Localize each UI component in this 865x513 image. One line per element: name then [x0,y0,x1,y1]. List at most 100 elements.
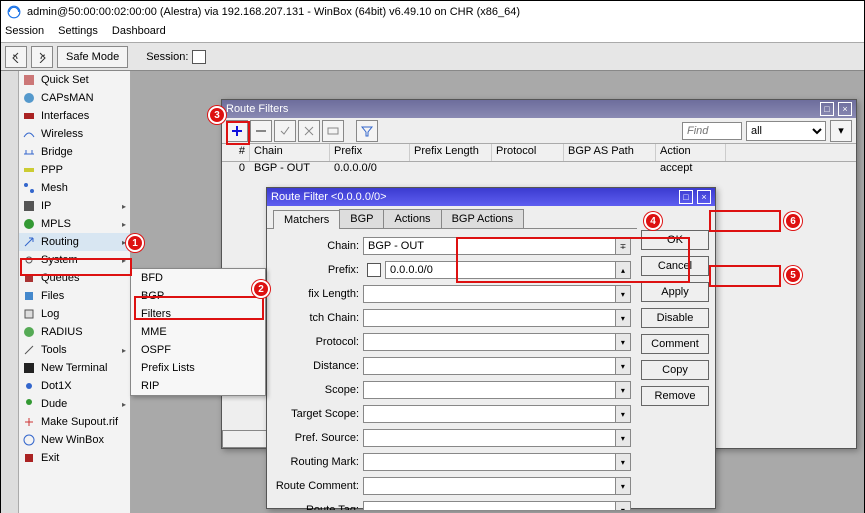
sidebar-item-log[interactable]: Log [19,305,130,323]
submenu-item-bfd[interactable]: BFD [131,269,265,287]
sidebar-item-capsman[interactable]: CAPsMAN [19,89,130,107]
find-dropdown-button[interactable]: ▾ [830,120,852,142]
route-comment-input[interactable] [363,477,616,495]
comment-button[interactable] [322,120,344,142]
route-tag-down-button[interactable]: ▾ [616,501,631,510]
ip-icon [23,200,35,212]
session-checkbox[interactable] [192,50,206,64]
comment-button[interactable]: Comment [641,334,709,354]
window-close-button[interactable]: × [838,102,852,116]
menu-session[interactable]: Session [5,25,44,40]
sidebar-item-newwinbox[interactable]: New WinBox [19,431,130,449]
sidebar-item-bridge[interactable]: Bridge [19,143,130,161]
copy-button[interactable]: Copy [641,360,709,380]
filter-field-select[interactable]: all [746,121,826,141]
sidebar-item-files[interactable]: Files [19,287,130,305]
menu-dashboard[interactable]: Dashboard [112,25,166,40]
distance-down-button[interactable]: ▾ [616,357,631,375]
chain-input[interactable] [363,237,616,255]
dialog-restore-button[interactable]: □ [679,190,693,204]
add-button[interactable] [226,120,248,142]
prefix-length-down-button[interactable]: ▾ [616,285,631,303]
sidebar-item-interfaces[interactable]: Interfaces [19,107,130,125]
prefix-up-button[interactable]: ▴ [616,261,631,279]
routing-mark-down-button[interactable]: ▾ [616,453,631,471]
dialog-close-button[interactable]: × [697,190,711,204]
tab-actions[interactable]: Actions [383,209,441,228]
route-comment-down-button[interactable]: ▾ [616,477,631,495]
sidebar-item-mpls[interactable]: MPLS▸ [19,215,130,233]
chevron-right-icon: ▸ [122,202,126,211]
sidebar-item-routing[interactable]: Routing▸ [19,233,130,251]
remove-button[interactable]: Remove [641,386,709,406]
route-filter-row[interactable]: 0 BGP - OUT 0.0.0.0/0 accept [222,162,856,178]
chevron-right-icon: ▸ [122,256,126,265]
tab-bgp-actions[interactable]: BGP Actions [441,209,525,228]
submenu-item-mme[interactable]: MME [131,323,265,341]
col-aspath[interactable]: BGP AS Path [564,144,656,161]
route-filters-titlebar[interactable]: Route Filters □ × [222,100,856,118]
sidebar-item-wireless[interactable]: Wireless [19,125,130,143]
sidebar-item-supout[interactable]: Make Supout.rif [19,413,130,431]
sidebar-item-ip[interactable]: IP▸ [19,197,130,215]
cancel-button[interactable]: Cancel [641,256,709,276]
dialog-titlebar[interactable]: Route Filter <0.0.0.0/0> □ × [267,188,715,206]
scope-input[interactable] [363,381,616,399]
back-button[interactable] [5,46,27,68]
sidebar-item-tools[interactable]: Tools▸ [19,341,130,359]
col-number[interactable]: # [222,144,250,161]
match-chain-down-button[interactable]: ▾ [616,309,631,327]
col-prefix[interactable]: Prefix [330,144,410,161]
submenu-item-rip[interactable]: RIP [131,377,265,395]
submenu-item-ospf[interactable]: OSPF [131,341,265,359]
prefix-length-input[interactable] [363,285,616,303]
filter-button[interactable] [356,120,378,142]
prefix-invert-checkbox[interactable] [367,263,381,277]
chain-dropdown-button[interactable]: ∓ [616,237,631,255]
safe-mode-button[interactable]: Safe Mode [57,46,128,68]
route-filters-title: Route Filters [226,103,288,115]
redo-button[interactable] [31,46,53,68]
target-scope-down-button[interactable]: ▾ [616,405,631,423]
chevron-right-icon: ▸ [122,346,126,355]
sidebar-item-newterminal[interactable]: New Terminal [19,359,130,377]
col-prefix-length[interactable]: Prefix Length [410,144,492,161]
sidebar-item-dot1x[interactable]: Dot1X [19,377,130,395]
route-tag-input[interactable] [363,501,616,510]
col-protocol[interactable]: Protocol [492,144,564,161]
col-chain[interactable]: Chain [250,144,330,161]
ok-button[interactable]: OK [641,230,709,250]
protocol-input[interactable] [363,333,616,351]
distance-input[interactable] [363,357,616,375]
disable-button[interactable] [298,120,320,142]
pref-source-input[interactable] [363,429,616,447]
submenu-item-bgp[interactable]: BGP [131,287,265,305]
submenu-item-filters[interactable]: Filters [131,305,265,323]
enable-button[interactable] [274,120,296,142]
window-restore-button[interactable]: □ [820,102,834,116]
sidebar-item-system[interactable]: System▸ [19,251,130,269]
menu-settings[interactable]: Settings [58,25,98,40]
sidebar-item-dude[interactable]: Dude▸ [19,395,130,413]
pref-source-down-button[interactable]: ▾ [616,429,631,447]
match-chain-input[interactable] [363,309,616,327]
scope-down-button[interactable]: ▾ [616,381,631,399]
col-action[interactable]: Action [656,144,726,161]
protocol-down-button[interactable]: ▾ [616,333,631,351]
routing-mark-input[interactable] [363,453,616,471]
find-input[interactable] [682,122,742,140]
sidebar-item-mesh[interactable]: Mesh [19,179,130,197]
remove-button[interactable] [250,120,272,142]
sidebar-item-quickset[interactable]: Quick Set [19,71,130,89]
sidebar-item-radius[interactable]: RADIUS [19,323,130,341]
target-scope-input[interactable] [363,405,616,423]
prefix-input[interactable] [385,261,616,279]
tab-bgp[interactable]: BGP [339,209,384,228]
tab-matchers[interactable]: Matchers [273,210,340,229]
submenu-item-prefixlists[interactable]: Prefix Lists [131,359,265,377]
disable-button[interactable]: Disable [641,308,709,328]
sidebar-item-exit[interactable]: Exit [19,449,130,467]
sidebar-item-ppp[interactable]: PPP [19,161,130,179]
sidebar-item-queues[interactable]: Queues [19,269,130,287]
apply-button[interactable]: Apply [641,282,709,302]
